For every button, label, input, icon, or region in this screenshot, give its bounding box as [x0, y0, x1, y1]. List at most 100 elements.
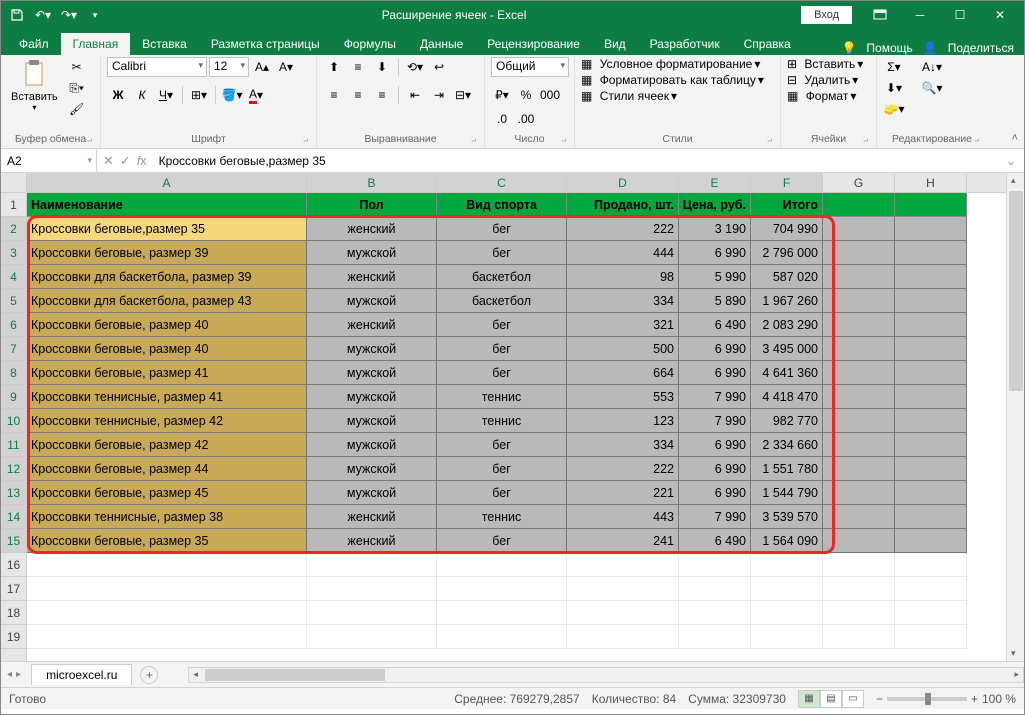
cell[interactable]: [307, 625, 437, 649]
cell[interactable]: [27, 577, 307, 601]
data-cell[interactable]: мужской: [307, 289, 437, 313]
data-cell[interactable]: мужской: [307, 409, 437, 433]
data-cell[interactable]: Кроссовки для баскетбола, размер 43: [27, 289, 307, 313]
fx-icon[interactable]: fx: [137, 153, 147, 169]
cell[interactable]: [895, 505, 967, 529]
data-cell[interactable]: 3 495 000: [751, 337, 823, 361]
paste-button[interactable]: Вставить ▾: [7, 57, 62, 125]
column-header[interactable]: B: [307, 173, 437, 192]
data-cell[interactable]: 1 544 790: [751, 481, 823, 505]
cell[interactable]: [751, 601, 823, 625]
underline-icon[interactable]: Ч▾: [155, 85, 177, 105]
cell[interactable]: [823, 505, 895, 529]
cell[interactable]: [823, 553, 895, 577]
data-cell[interactable]: женский: [307, 265, 437, 289]
cell[interactable]: [823, 385, 895, 409]
cell[interactable]: [823, 409, 895, 433]
cell[interactable]: [895, 457, 967, 481]
data-cell[interactable]: 2 083 290: [751, 313, 823, 337]
cell-styles-button[interactable]: ▦ Стили ячеек▾: [581, 89, 677, 103]
row-header[interactable]: 9: [1, 385, 26, 409]
tab-file[interactable]: Файл: [7, 33, 61, 55]
data-cell[interactable]: 222: [567, 217, 679, 241]
column-header[interactable]: E: [679, 173, 751, 192]
data-cell[interactable]: 321: [567, 313, 679, 337]
tellme-icon[interactable]: 💡: [841, 41, 856, 55]
data-cell[interactable]: 587 020: [751, 265, 823, 289]
data-cell[interactable]: 5 890: [679, 289, 751, 313]
data-cell[interactable]: 443: [567, 505, 679, 529]
row-header[interactable]: 16: [1, 553, 26, 577]
tellme-label[interactable]: Помощь: [866, 41, 912, 55]
zoom-out-icon[interactable]: −: [876, 692, 883, 706]
data-cell[interactable]: бег: [437, 217, 567, 241]
data-cell[interactable]: 7 990: [679, 505, 751, 529]
tab-review[interactable]: Рецензирование: [475, 33, 592, 55]
header-cell[interactable]: Наименование: [27, 193, 307, 217]
zoom-slider[interactable]: [887, 697, 967, 701]
cell[interactable]: [751, 625, 823, 649]
data-cell[interactable]: теннис: [437, 385, 567, 409]
cell[interactable]: [27, 601, 307, 625]
cell[interactable]: [823, 241, 895, 265]
cell[interactable]: [823, 529, 895, 553]
cell[interactable]: [895, 265, 967, 289]
cell[interactable]: [679, 601, 751, 625]
align-center-icon[interactable]: ≡: [347, 85, 369, 105]
row-header[interactable]: 19: [1, 625, 26, 649]
orientation-icon[interactable]: ⟲▾: [404, 57, 426, 77]
cell[interactable]: [895, 601, 967, 625]
comma-icon[interactable]: 000: [539, 85, 561, 105]
cell[interactable]: [823, 625, 895, 649]
data-cell[interactable]: бег: [437, 433, 567, 457]
data-cell[interactable]: 221: [567, 481, 679, 505]
data-cell[interactable]: мужской: [307, 241, 437, 265]
data-cell[interactable]: 704 990: [751, 217, 823, 241]
name-box[interactable]: A2: [1, 149, 97, 172]
column-header[interactable]: D: [567, 173, 679, 192]
signin-button[interactable]: Вход: [801, 6, 852, 24]
data-cell[interactable]: баскетбол: [437, 265, 567, 289]
cell[interactable]: [567, 601, 679, 625]
data-cell[interactable]: мужской: [307, 433, 437, 457]
format-painter-icon[interactable]: 🖌: [66, 99, 88, 119]
redo-icon[interactable]: ↷▾: [57, 4, 81, 26]
align-middle-icon[interactable]: ≡: [347, 57, 369, 77]
italic-icon[interactable]: К: [131, 85, 153, 105]
data-cell[interactable]: бег: [437, 241, 567, 265]
row-header[interactable]: 18: [1, 601, 26, 625]
cond-format-button[interactable]: ▦ Условное форматирование▾: [581, 57, 760, 71]
data-cell[interactable]: теннис: [437, 505, 567, 529]
data-cell[interactable]: 6 990: [679, 433, 751, 457]
format-cells-button[interactable]: ▦ Формат▾: [787, 89, 856, 103]
data-cell[interactable]: Кроссовки беговые, размер 40: [27, 337, 307, 361]
cell[interactable]: [823, 337, 895, 361]
data-cell[interactable]: 982 770: [751, 409, 823, 433]
data-cell[interactable]: 3 190: [679, 217, 751, 241]
select-all-corner[interactable]: [1, 173, 27, 193]
data-cell[interactable]: 6 490: [679, 313, 751, 337]
clear-icon[interactable]: 🧽▾: [883, 99, 905, 119]
vscroll-thumb[interactable]: [1009, 191, 1023, 391]
row-header[interactable]: 12: [1, 457, 26, 481]
cell[interactable]: [27, 625, 307, 649]
data-cell[interactable]: бег: [437, 313, 567, 337]
maximize-icon[interactable]: ☐: [940, 1, 980, 29]
dec-decimal-icon[interactable]: .00: [515, 109, 537, 129]
cancel-formula-icon[interactable]: ✕: [103, 153, 114, 169]
enter-formula-icon[interactable]: ✓: [120, 153, 131, 169]
data-cell[interactable]: мужской: [307, 337, 437, 361]
zoom-in-icon[interactable]: +: [971, 692, 978, 706]
data-cell[interactable]: 3 539 570: [751, 505, 823, 529]
data-cell[interactable]: 6 990: [679, 337, 751, 361]
sort-filter-icon[interactable]: A↓▾: [915, 57, 949, 77]
cell[interactable]: [567, 577, 679, 601]
cell[interactable]: [895, 529, 967, 553]
data-cell[interactable]: Кроссовки беговые, размер 41: [27, 361, 307, 385]
find-select-icon[interactable]: 🔍▾: [915, 78, 949, 98]
data-cell[interactable]: 6 990: [679, 241, 751, 265]
cell[interactable]: [823, 361, 895, 385]
cell[interactable]: [823, 217, 895, 241]
cell[interactable]: [27, 553, 307, 577]
align-left-icon[interactable]: ≡: [323, 85, 345, 105]
